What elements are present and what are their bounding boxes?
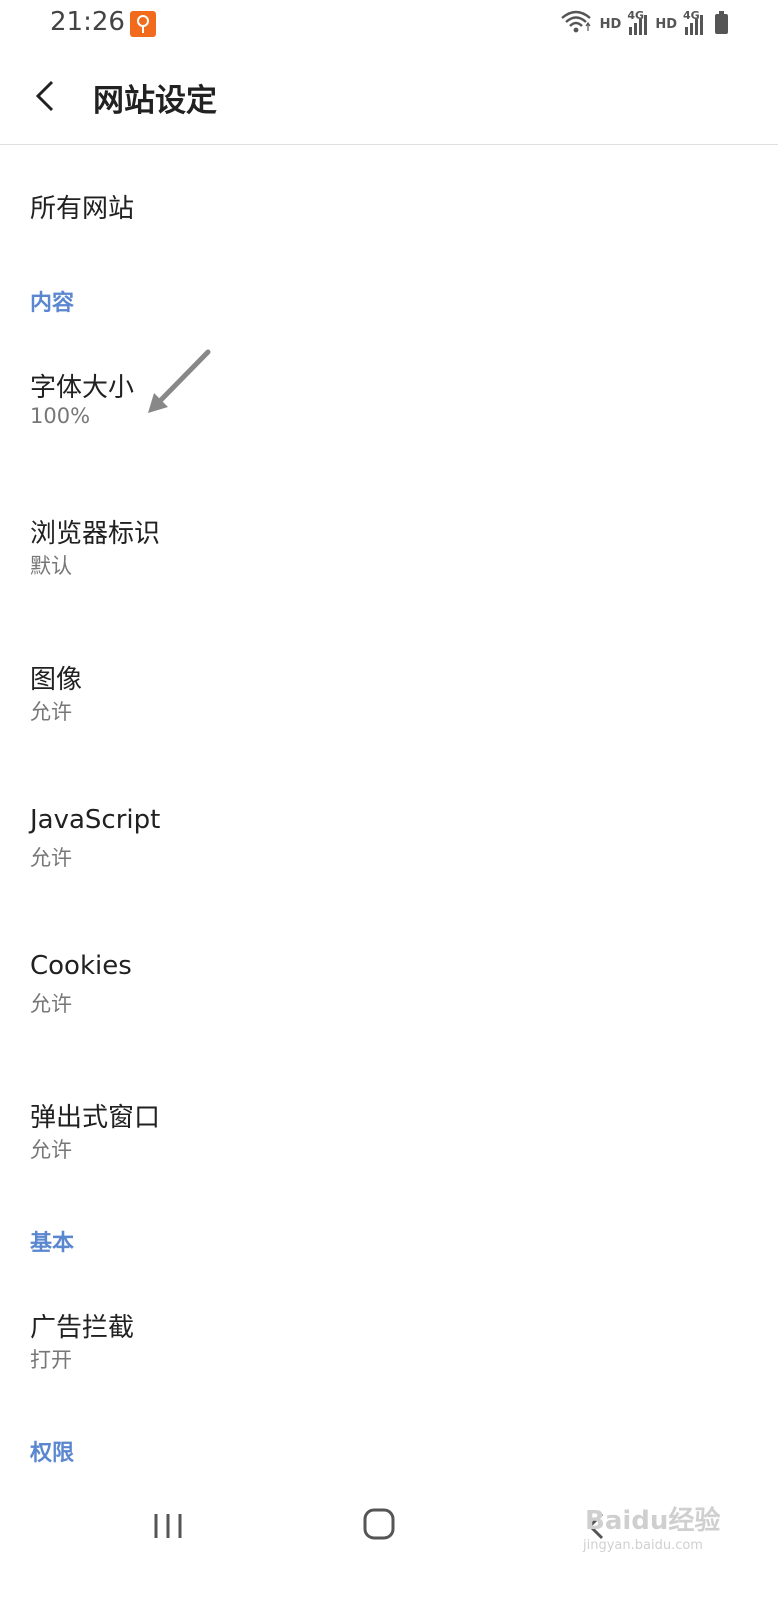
- setting-all-sites[interactable]: 所有网站: [0, 145, 778, 245]
- setting-images[interactable]: 图像 允许: [0, 627, 778, 767]
- network-label-1: 4G: [627, 9, 645, 22]
- setting-value: 允许: [30, 1138, 72, 1162]
- annotation-arrow-icon: [148, 349, 211, 413]
- setting-title: JavaScript: [30, 805, 161, 835]
- hd-label-1: HD: [599, 16, 622, 32]
- chevron-left-icon: [35, 80, 54, 112]
- signal-icon-2: 4G: [683, 9, 703, 35]
- section-header-basic: 基本: [30, 1231, 75, 1256]
- section-header-permissions: 权限: [30, 1441, 75, 1466]
- setting-javascript[interactable]: JavaScript 允许: [0, 773, 778, 913]
- setting-value: 默认: [30, 554, 72, 578]
- setting-title: 所有网站: [30, 194, 135, 224]
- setting-ad-block[interactable]: 广告拦截 打开: [0, 1275, 778, 1415]
- setting-title: 图像: [30, 665, 83, 695]
- setting-value: 允许: [30, 846, 72, 870]
- watermark-url: jingyan.baidu.com: [583, 1538, 703, 1553]
- setting-value: 100%: [30, 404, 91, 428]
- section-header-content: 内容: [30, 291, 75, 316]
- home-icon[interactable]: [362, 1507, 396, 1541]
- setting-title: 广告拦截: [30, 1313, 135, 1343]
- app-bar: 网站设定: [0, 48, 778, 145]
- status-icons: HD 4G HD 4G: [560, 9, 728, 38]
- battery-icon: [715, 11, 728, 34]
- setting-title: 字体大小: [30, 373, 135, 403]
- setting-value: 打开: [30, 1348, 72, 1372]
- hd-label-2: HD: [655, 16, 677, 32]
- setting-popups[interactable]: 弹出式窗口 允许: [0, 1065, 778, 1205]
- screen: 21:26 HD 4G HD 4G 网站设定 所有网站 内容 字体大小 100%…: [0, 0, 778, 1600]
- watermark-logo: Baidu经验: [585, 1506, 721, 1536]
- back-button[interactable]: [22, 72, 70, 120]
- setting-title: 浏览器标识: [30, 519, 161, 549]
- setting-title: 弹出式窗口: [30, 1103, 161, 1133]
- page-title: 网站设定: [93, 83, 217, 119]
- recent-apps-icon[interactable]: [148, 1508, 188, 1544]
- setting-user-agent[interactable]: 浏览器标识 默认: [0, 481, 778, 621]
- notification-app-icon: [130, 11, 156, 37]
- setting-font-size[interactable]: 字体大小 100%: [0, 335, 778, 475]
- setting-value: 允许: [30, 992, 72, 1016]
- status-time: 21:26: [50, 7, 125, 37]
- signal-icon-1: 4G: [627, 9, 648, 35]
- setting-cookies[interactable]: Cookies 允许: [0, 919, 778, 1059]
- setting-value: 允许: [30, 700, 72, 724]
- network-label-2: 4G: [683, 9, 700, 22]
- setting-title: Cookies: [30, 951, 132, 981]
- wifi-icon: [560, 10, 592, 38]
- status-bar: 21:26 HD 4G HD 4G: [0, 0, 778, 48]
